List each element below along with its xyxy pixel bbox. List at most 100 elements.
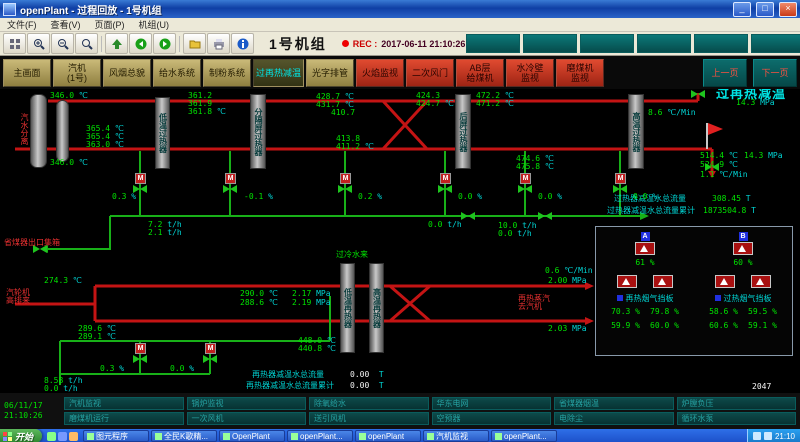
nav-button[interactable]: 汽机 (1号) bbox=[53, 59, 101, 87]
open-folder-button[interactable] bbox=[183, 33, 206, 54]
nav-button[interactable]: 风烟总貌 bbox=[103, 59, 151, 87]
valve[interactable]: M bbox=[203, 355, 217, 363]
annunciator-tile[interactable]: 炉膛负压 bbox=[677, 397, 797, 410]
window-grid-button[interactable] bbox=[3, 33, 26, 54]
up-button[interactable] bbox=[105, 33, 128, 54]
gauge-readout: 79.8 % bbox=[650, 307, 679, 316]
valve[interactable]: M bbox=[613, 185, 627, 193]
start-label: 开始 bbox=[15, 430, 33, 442]
indicator-box[interactable] bbox=[694, 34, 748, 53]
motor-actuator: M bbox=[205, 343, 216, 354]
info-button[interactable] bbox=[231, 33, 254, 54]
annunciator-tile[interactable]: 磨煤机运行 bbox=[64, 412, 184, 425]
valve[interactable] bbox=[461, 212, 475, 220]
maximize-button[interactable]: □ bbox=[756, 2, 774, 17]
quick-launch-icon[interactable] bbox=[69, 432, 78, 441]
readout-part: ℃ bbox=[360, 142, 374, 151]
annunciator-tile[interactable]: 华东电网 bbox=[432, 397, 552, 410]
quick-launch-icon[interactable] bbox=[47, 432, 56, 441]
valve[interactable] bbox=[538, 212, 552, 220]
taskbar-button[interactable]: OpenPlant bbox=[219, 430, 285, 442]
annunciator-tile[interactable]: 一次风机 bbox=[187, 412, 307, 425]
valve[interactable]: M bbox=[338, 185, 352, 193]
readout: 再热器减温水总流量 bbox=[252, 371, 324, 379]
taskbar-button[interactable]: 汽机监视 bbox=[423, 430, 489, 442]
menu-item[interactable]: 页面(P) bbox=[88, 18, 132, 31]
right-group-label-text: 过热烟气挡板 bbox=[724, 294, 772, 303]
readout-part: % bbox=[114, 364, 124, 373]
annunciator-tile[interactable]: 电除尘 bbox=[554, 412, 674, 425]
valve[interactable]: M bbox=[133, 355, 147, 363]
readout: 0.3 % bbox=[100, 365, 124, 373]
valve[interactable] bbox=[691, 90, 705, 98]
close-button[interactable]: × bbox=[779, 2, 797, 17]
menu-item[interactable]: 查看(V) bbox=[44, 18, 88, 31]
taskbar-button[interactable]: 全民K歌精... bbox=[151, 430, 217, 442]
valve[interactable]: M bbox=[223, 185, 237, 193]
annunciator-tile[interactable]: 锅炉监视 bbox=[187, 397, 307, 410]
indicator-box[interactable] bbox=[523, 34, 577, 53]
readout-part: ℃ bbox=[102, 332, 116, 341]
valve[interactable]: M bbox=[518, 185, 532, 193]
nav-button[interactable]: 光字排管 bbox=[306, 59, 354, 87]
forward-button[interactable] bbox=[153, 33, 176, 54]
valve-right-wedge bbox=[468, 212, 475, 220]
left-group-label: 再热烟气挡板 bbox=[617, 293, 674, 304]
valve-left-wedge bbox=[691, 90, 698, 98]
nav-button[interactable]: 磨煤机 监视 bbox=[556, 59, 604, 87]
nav-button[interactable]: AB层 给煤机 bbox=[456, 59, 504, 87]
zoom-out-button[interactable] bbox=[51, 33, 74, 54]
annunciator-tile[interactable]: 空预器 bbox=[432, 412, 552, 425]
annunciator-tile[interactable]: 除氧给水 bbox=[309, 397, 429, 410]
indicator-box[interactable] bbox=[580, 34, 634, 53]
nav-button[interactable]: 过再热减温 bbox=[253, 59, 304, 87]
taskbar-button[interactable]: 图元程序 bbox=[83, 430, 149, 442]
readout: 410.7 bbox=[331, 109, 355, 117]
valve-right-wedge bbox=[210, 355, 217, 363]
nav-button[interactable]: 火焰监视 bbox=[356, 59, 404, 87]
nav-button[interactable]: 主画面 bbox=[3, 59, 51, 87]
nav-button[interactable]: 给水系统 bbox=[153, 59, 201, 87]
print-button[interactable] bbox=[207, 33, 230, 54]
readout: 308.45 T bbox=[712, 195, 751, 203]
readout-part: ℃ bbox=[500, 99, 514, 108]
minimize-button[interactable]: _ bbox=[733, 2, 751, 17]
readout-part: 308.45 bbox=[712, 194, 741, 203]
start-button[interactable]: 开始 bbox=[0, 429, 42, 442]
annunciator-tile[interactable]: 送引风机 bbox=[309, 412, 429, 425]
readout-part: % bbox=[472, 192, 482, 201]
indicator-box[interactable] bbox=[466, 34, 520, 53]
nav-button[interactable]: 水冷壁 监视 bbox=[506, 59, 554, 87]
zoom-in-button[interactable] bbox=[27, 33, 50, 54]
readout-part: 346.0 bbox=[50, 158, 74, 167]
zoom-reset-button[interactable] bbox=[75, 33, 98, 54]
gauge-a-value: 61 % bbox=[635, 258, 654, 267]
tray-icon[interactable] bbox=[753, 432, 761, 440]
taskbar-button[interactable]: openPlant... bbox=[491, 430, 557, 442]
taskbar-button[interactable]: openPlant bbox=[355, 430, 421, 442]
pager-button[interactable]: 下一页 bbox=[753, 59, 797, 87]
nav-button[interactable]: 制粉系统 bbox=[203, 59, 251, 87]
indicator-box[interactable] bbox=[751, 34, 800, 53]
back-button[interactable] bbox=[129, 33, 152, 54]
readout-part: ℃ bbox=[264, 298, 278, 307]
readout-part: ℃ bbox=[322, 344, 336, 353]
pager-button[interactable]: 上一页 bbox=[703, 59, 747, 87]
taskbar-button[interactable]: openPlant... bbox=[287, 430, 353, 442]
indicator-box[interactable] bbox=[637, 34, 691, 53]
annunciator-tile[interactable]: 汽机监视 bbox=[64, 397, 184, 410]
annunciator-tile[interactable]: 循环水泵 bbox=[677, 412, 797, 425]
readout-part: % bbox=[372, 192, 382, 201]
tray-icon[interactable] bbox=[764, 432, 772, 440]
valve[interactable]: M bbox=[438, 185, 452, 193]
quick-launch-icon[interactable] bbox=[58, 432, 67, 441]
tag-a: A bbox=[641, 232, 650, 241]
nav-button[interactable]: 二次风门 bbox=[406, 59, 454, 87]
annunciator-tile[interactable]: 省煤器烟温 bbox=[554, 397, 674, 410]
readout: 475.8 ℃ bbox=[516, 163, 554, 171]
menu-item[interactable]: 机组(U) bbox=[132, 18, 177, 31]
menu-item[interactable]: 文件(F) bbox=[0, 18, 44, 31]
readout-part: 0.0 bbox=[458, 192, 472, 201]
readout-part: 8.6 bbox=[648, 108, 662, 117]
taskbar-tasks: 图元程序全民K歌精...OpenPlantopenPlant...openPla… bbox=[83, 430, 747, 442]
